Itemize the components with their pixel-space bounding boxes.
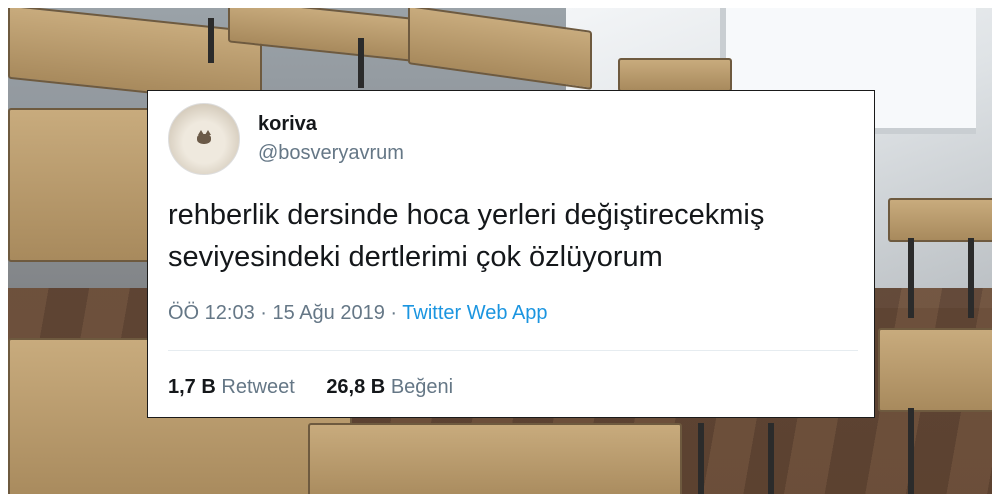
tweet-text: rehberlik dersinde hoca yerleri değiştir… [168,194,858,278]
desk-leg [968,238,974,318]
desk-leg [208,18,214,63]
user-handle[interactable]: @bosveryavrum [258,142,404,165]
desk-leg [768,423,774,494]
desk [408,8,592,90]
desk [8,108,162,262]
desk-leg [358,38,364,88]
meta-separator: · [390,302,398,324]
image-frame: koriva @bosveryavrum rehberlik dersinde … [0,0,996,498]
desk [888,198,992,242]
display-name[interactable]: koriva [258,113,317,136]
like-label: Beğeni [390,376,454,398]
meta-separator: · [260,302,267,324]
desk [878,328,992,412]
tweet-time[interactable]: ÖÖ 12:03 [168,302,255,324]
cat-icon [197,134,211,144]
tweet-meta: ÖÖ 12:03 · 15 Ağu 2019 · Twitter Web App [168,302,548,325]
divider [168,350,858,351]
tweet-source-link[interactable]: Twitter Web App [402,302,547,324]
desk-leg [908,238,914,318]
avatar-image[interactable] [168,103,240,175]
retweet-count: 1,7 B [168,376,216,398]
desk-leg [698,423,704,494]
tweet-text-line: rehberlik dersinde hoca yerleri değiştir… [168,199,765,231]
tweet-stats: 1,7 B Retweet 26,8 B Beğeni [168,376,479,399]
like-stat[interactable]: 26,8 B Beğeni [326,376,453,399]
tweet-date[interactable]: 15 Ağu 2019 [273,302,385,324]
retweet-label: Retweet [221,376,295,398]
like-count: 26,8 B [326,376,386,398]
tweet-text-line: seviyesindeki dertlerimi çok özlüyorum [168,241,663,273]
retweet-stat[interactable]: 1,7 B Retweet [168,376,295,399]
desk [308,423,682,494]
desk-leg [908,408,914,494]
desk [618,58,732,92]
tweet-card: koriva @bosveryavrum rehberlik dersinde … [147,90,875,418]
